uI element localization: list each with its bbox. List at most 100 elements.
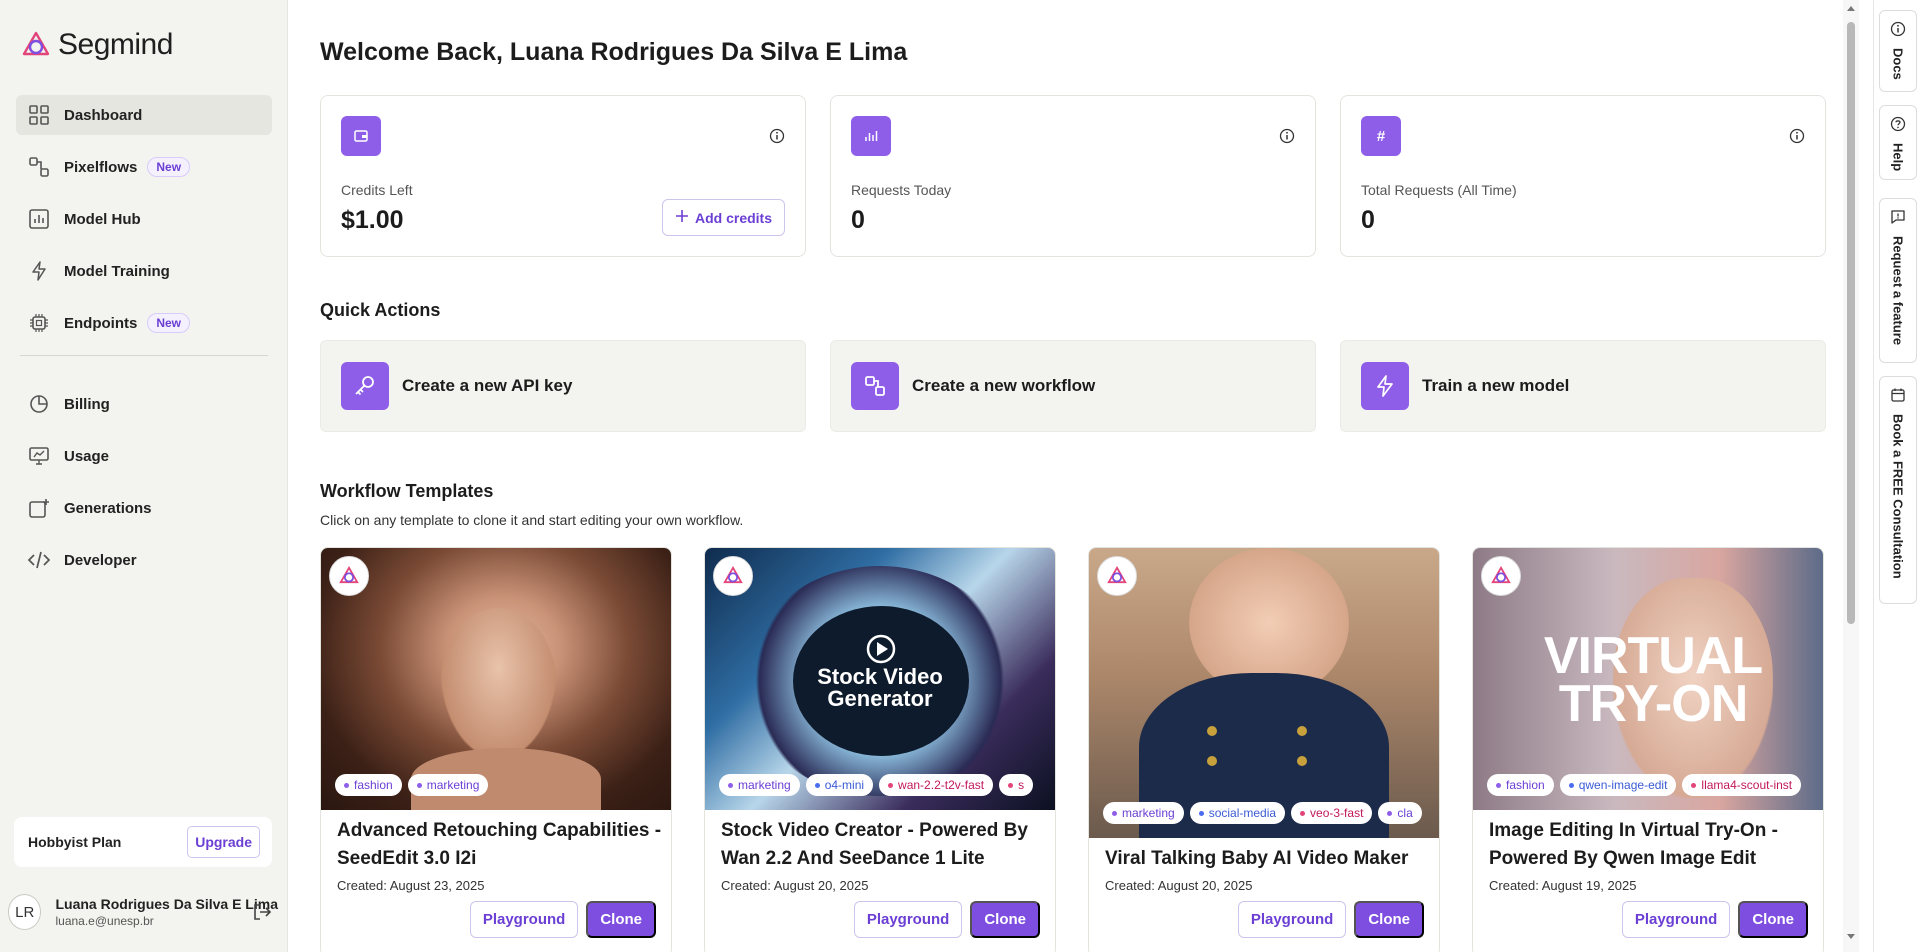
logout-icon[interactable]	[252, 902, 272, 927]
user-name: Luana Rodrigues Da Silva E Lima	[55, 896, 278, 912]
workflow-icon	[28, 156, 50, 178]
segmind-logo[interactable]: Segmind	[20, 28, 173, 62]
template-title: Advanced Retouching Capabilities - SeedE…	[337, 820, 662, 869]
chip-icon	[28, 312, 50, 334]
image-caption: Stock Video Generator	[817, 664, 943, 711]
tag: social-media	[1189, 802, 1286, 824]
stat-card-credits: Credits Left $1.00 Add credits	[320, 95, 806, 257]
playground-button[interactable]: Playground	[853, 901, 963, 938]
sidebar-item-model-training[interactable]: Model Training	[16, 251, 272, 291]
right-rail: Docs Help Request a feature Book a FREE …	[1873, 0, 1920, 952]
sidebar-item-pixelflows[interactable]: Pixelflows New	[16, 147, 272, 187]
create-workflow-button[interactable]: Create a new workflow	[830, 340, 1316, 432]
info-icon[interactable]	[769, 128, 785, 144]
template-tags: fashion qwen-image-edit llama4-scout-ins…	[1487, 774, 1821, 796]
info-icon	[1890, 21, 1906, 42]
sidebar-item-label: Model Training	[64, 262, 170, 280]
sidebar-nav: Dashboard Pixelflows New Model Hub Model…	[16, 95, 272, 592]
sidebar-item-model-hub[interactable]: Model Hub	[16, 199, 272, 239]
sidebar: Segmind Dashboard Pixelflows New Model H…	[0, 0, 288, 952]
template-card[interactable]: VIRTUAL TRY-ON fashion qwen-image-edit l…	[1472, 547, 1824, 952]
lightning-icon	[28, 260, 50, 282]
request-feature-tab[interactable]: Request a feature	[1879, 198, 1917, 363]
stat-value: 0	[851, 206, 865, 234]
quick-action-label: Train a new model	[1422, 376, 1570, 395]
sidebar-item-label: Billing	[64, 395, 110, 413]
sidebar-item-dashboard[interactable]: Dashboard	[16, 95, 272, 135]
tag: llama4-scout-inst	[1682, 774, 1802, 796]
scroll-down-icon[interactable]	[1847, 934, 1855, 939]
bar-chart-icon	[851, 116, 891, 156]
page-scrollbar[interactable]	[1843, 0, 1859, 952]
info-icon[interactable]	[1279, 128, 1295, 144]
workflow-templates-subtitle: Click on any template to clone it and st…	[320, 512, 744, 528]
playground-button[interactable]: Playground	[1621, 901, 1731, 938]
scrollbar-thumb[interactable]	[1847, 22, 1855, 624]
app-name: Segmind	[58, 28, 173, 61]
pie-chart-icon	[28, 393, 50, 415]
stat-value: $1.00	[341, 206, 404, 234]
book-consultation-label: Book a FREE Consultation	[1890, 414, 1906, 579]
segmind-badge-icon	[713, 556, 753, 596]
playground-button[interactable]: Playground	[1237, 901, 1347, 938]
template-card[interactable]: fashion marketing Advanced Retouching Ca…	[320, 547, 672, 952]
request-feature-label: Request a feature	[1890, 236, 1906, 346]
sidebar-item-billing[interactable]: Billing	[16, 384, 272, 424]
info-icon[interactable]	[1789, 128, 1805, 144]
sidebar-item-endpoints[interactable]: Endpoints New	[16, 303, 272, 343]
clone-button[interactable]: Clone	[1738, 901, 1808, 938]
help-tab[interactable]: Help	[1879, 105, 1917, 180]
sidebar-item-generations[interactable]: Generations	[16, 488, 272, 528]
docs-tab[interactable]: Docs	[1879, 10, 1917, 92]
sidebar-item-label: Dashboard	[64, 106, 143, 124]
template-tags: marketing social-media veo-3-fast cla	[1103, 802, 1437, 824]
quick-actions-title: Quick Actions	[320, 300, 441, 320]
lightning-icon	[1361, 362, 1409, 410]
template-card[interactable]: marketing social-media veo-3-fast cla Vi…	[1088, 547, 1440, 952]
workflow-templates-title: Workflow Templates	[320, 481, 494, 501]
template-date: Created: August 23, 2025	[337, 878, 485, 893]
template-image	[321, 548, 671, 810]
image-plus-icon	[28, 497, 50, 519]
tag: o4-mini	[805, 774, 874, 796]
user-profile[interactable]: LR Luana Rodrigues Da Silva E Lima luana…	[8, 890, 278, 934]
plan-label: Hobbyist Plan	[28, 834, 122, 850]
code-icon	[28, 549, 50, 571]
add-credits-button[interactable]: Add credits	[661, 199, 785, 236]
sidebar-item-developer[interactable]: Developer	[16, 540, 272, 580]
clone-button[interactable]: Clone	[1354, 901, 1424, 938]
template-image: Stock Video Generator	[705, 548, 1055, 810]
workflow-icon	[851, 362, 899, 410]
clone-button[interactable]: Clone	[970, 901, 1040, 938]
train-model-button[interactable]: Train a new model	[1340, 340, 1826, 432]
template-actions: Playground Clone	[853, 901, 1040, 938]
template-title: Viral Talking Baby AI Video Maker	[1105, 848, 1409, 869]
segmind-badge-icon	[1097, 556, 1137, 596]
avatar: LR	[8, 894, 42, 930]
template-title: Image Editing In Virtual Try-On - Powere…	[1489, 820, 1778, 869]
tag: wan-2.2-t2v-fast	[879, 774, 994, 796]
template-actions: Playground Clone	[1621, 901, 1808, 938]
template-image	[1089, 548, 1439, 838]
book-consultation-tab[interactable]: Book a FREE Consultation	[1879, 376, 1917, 604]
clone-button[interactable]: Clone	[586, 901, 656, 938]
key-icon	[341, 362, 389, 410]
create-api-key-button[interactable]: Create a new API key	[320, 340, 806, 432]
template-card[interactable]: Stock Video Generator marketing o4-mini …	[704, 547, 1056, 952]
upgrade-button[interactable]: Upgrade	[187, 826, 260, 858]
wallet-icon	[341, 116, 381, 156]
docs-label: Docs	[1890, 48, 1906, 80]
template-date: Created: August 20, 2025	[721, 878, 869, 893]
tag: fashion	[1487, 774, 1554, 796]
template-date: Created: August 19, 2025	[1489, 878, 1637, 893]
sidebar-item-usage[interactable]: Usage	[16, 436, 272, 476]
calendar-icon	[1890, 387, 1906, 408]
scroll-up-icon[interactable]	[1847, 6, 1855, 11]
bar-chart-icon	[28, 208, 50, 230]
sidebar-item-label: Generations	[64, 499, 152, 517]
segmind-badge-icon	[329, 556, 369, 596]
stat-card-requests-today: Requests Today 0	[830, 95, 1316, 257]
plus-icon	[675, 209, 689, 226]
playground-button[interactable]: Playground	[469, 901, 579, 938]
segmind-badge-icon	[1481, 556, 1521, 596]
